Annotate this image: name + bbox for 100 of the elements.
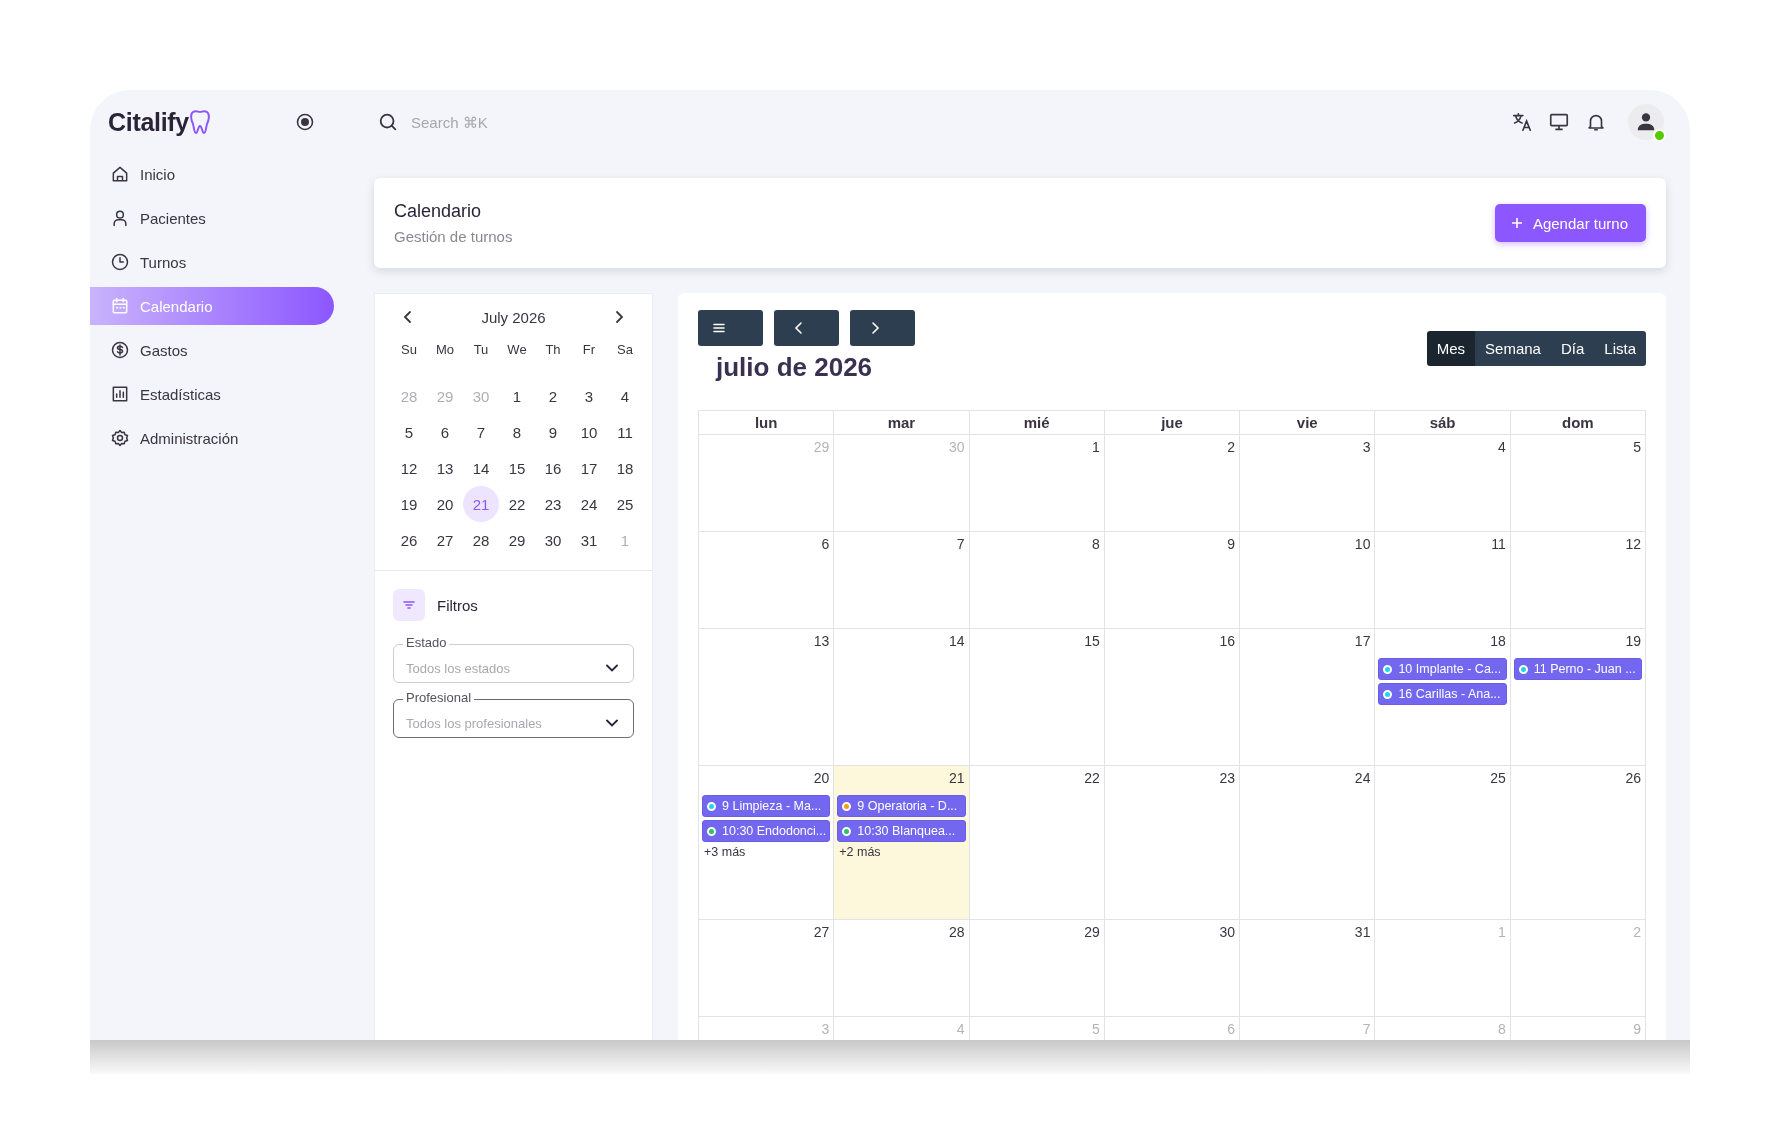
date-cell[interactable]: 24 — [571, 486, 607, 522]
date-cell[interactable]: 18 — [607, 450, 643, 486]
chevron-down-icon — [606, 664, 618, 672]
day-number: 17 — [1353, 633, 1372, 651]
day-number: 10 — [1353, 536, 1372, 554]
menu-button[interactable] — [698, 310, 763, 346]
date-cell[interactable]: 11 — [607, 414, 643, 450]
date-cell[interactable]: 23 — [535, 486, 571, 522]
day-number: 21 — [948, 770, 966, 788]
date-cell[interactable]: 13 — [427, 450, 463, 486]
nav-item[interactable]: Administración — [90, 419, 334, 457]
event-chip[interactable]: 9 Limpieza - Ma... — [702, 795, 831, 817]
day-number: 29 — [1083, 924, 1101, 942]
date-cell[interactable]: 19 — [391, 486, 427, 522]
weekday-header: dom — [1510, 411, 1646, 435]
nav-item[interactable]: Pacientes — [90, 199, 334, 237]
schedule-button[interactable]: Agendar turno — [1494, 204, 1646, 242]
event-chip[interactable]: 10 Implante - Ca... — [1378, 658, 1507, 680]
day-number: 13 — [812, 633, 831, 651]
day-number: 7 — [1361, 1021, 1372, 1039]
clock-icon — [110, 252, 130, 272]
date-cell[interactable]: 10 — [571, 414, 607, 450]
day-number: 30 — [948, 439, 966, 457]
date-cell[interactable]: 14 — [463, 450, 499, 486]
date-cell[interactable]: 30 — [535, 522, 571, 558]
view-tab[interactable]: Lista — [1594, 331, 1646, 366]
event-chip[interactable]: 10:30 Endodonci... — [702, 820, 831, 842]
date-cell[interactable]: 5 — [391, 414, 427, 450]
day-number: 4 — [1496, 439, 1507, 457]
date-cell[interactable]: 15 — [499, 450, 535, 486]
search-icon — [377, 111, 399, 133]
page-title: Calendario — [394, 201, 483, 222]
day-number: 25 — [1489, 770, 1507, 788]
weekday-label: Su — [400, 341, 418, 359]
date-cell[interactable]: 7 — [463, 414, 499, 450]
date-cell[interactable]: 8 — [499, 414, 535, 450]
date-cell[interactable]: 27 — [427, 522, 463, 558]
day-number: 20 — [812, 770, 831, 788]
day-number: 1 — [1091, 439, 1101, 457]
date-cell[interactable]: 1 — [499, 378, 535, 414]
day-number: 16 — [1218, 633, 1237, 651]
date-cell[interactable]: 2 — [535, 378, 571, 414]
day-number: 7 — [955, 536, 966, 554]
event-chip[interactable]: 9 Operatoria - D... — [837, 795, 966, 817]
select-field[interactable]: Estado Todos los estados — [393, 635, 634, 683]
event-chip[interactable]: 11 Perno - Juan ... — [1513, 658, 1642, 680]
day-number: 5 — [1091, 1021, 1101, 1039]
date-cell[interactable]: 12 — [391, 450, 427, 486]
date-cell[interactable]: 20 — [427, 486, 463, 522]
day-number: 4 — [955, 1021, 966, 1039]
event-chip[interactable]: 10:30 Blanquea... — [837, 820, 966, 842]
day-number: 8 — [1496, 1021, 1507, 1039]
bar-chart-icon — [110, 384, 130, 404]
weekday-header: sáb — [1375, 411, 1511, 435]
select-field[interactable]: Profesional Todos los profesionales — [393, 690, 634, 738]
settings-icon — [110, 428, 130, 448]
day-number: 2 — [1632, 924, 1642, 942]
view-tab[interactable]: Día — [1550, 331, 1595, 366]
more-link[interactable]: +3 más — [702, 845, 746, 859]
view-tab[interactable]: Mes — [1426, 331, 1476, 366]
date-cell[interactable]: 4 — [607, 378, 643, 414]
day-number: 24 — [1353, 770, 1372, 788]
day-number: 15 — [1083, 633, 1101, 651]
date-cell[interactable]: 9 — [535, 414, 571, 450]
date-cell[interactable]: 31 — [571, 522, 607, 558]
date-cell[interactable]: 17 — [571, 450, 607, 486]
nav-item[interactable]: Estadísticas — [90, 375, 334, 413]
day-number: 30 — [1218, 924, 1237, 942]
translate-icon[interactable] — [1511, 111, 1533, 133]
day-number: 31 — [1353, 924, 1372, 942]
date-cell[interactable]: 28 — [463, 522, 499, 558]
nav-item[interactable]: Gastos — [90, 331, 334, 369]
weekday-header: vie — [1240, 411, 1376, 435]
home-icon — [110, 164, 130, 184]
date-cell[interactable]: 6 — [427, 414, 463, 450]
day-number: 8 — [1091, 536, 1101, 554]
calendar-icon — [110, 296, 130, 316]
radio-icon[interactable] — [296, 113, 314, 131]
chevron-down-icon — [606, 719, 618, 727]
date-cell[interactable]: 29 — [499, 522, 535, 558]
day-number: 19 — [1624, 633, 1642, 651]
date-cell[interactable]: 25 — [607, 486, 643, 522]
search-field[interactable]: Search ⌘K — [409, 112, 613, 132]
tooth-icon — [188, 109, 211, 135]
nav-item[interactable]: Inicio — [90, 155, 334, 193]
date-cell[interactable]: 16 — [535, 450, 571, 486]
date-cell[interactable]: 26 — [391, 522, 427, 558]
more-link[interactable]: +2 más — [837, 845, 881, 859]
date-cell[interactable]: 22 — [499, 486, 535, 522]
view-tab[interactable]: Semana — [1475, 331, 1551, 366]
monitor-icon[interactable] — [1548, 111, 1570, 133]
user-avatar[interactable] — [1628, 104, 1664, 140]
date-cell[interactable]: 3 — [571, 378, 607, 414]
event-chip[interactable]: 16 Carillas - Ana... — [1378, 683, 1507, 705]
day-number: 26 — [1624, 770, 1642, 788]
weekday-label: Th — [544, 341, 562, 359]
day-number: 9 — [1226, 536, 1237, 554]
nav-item[interactable]: Turnos — [90, 243, 334, 281]
day-number: 11 — [1490, 536, 1507, 554]
filters-title: Filtros — [437, 596, 478, 614]
